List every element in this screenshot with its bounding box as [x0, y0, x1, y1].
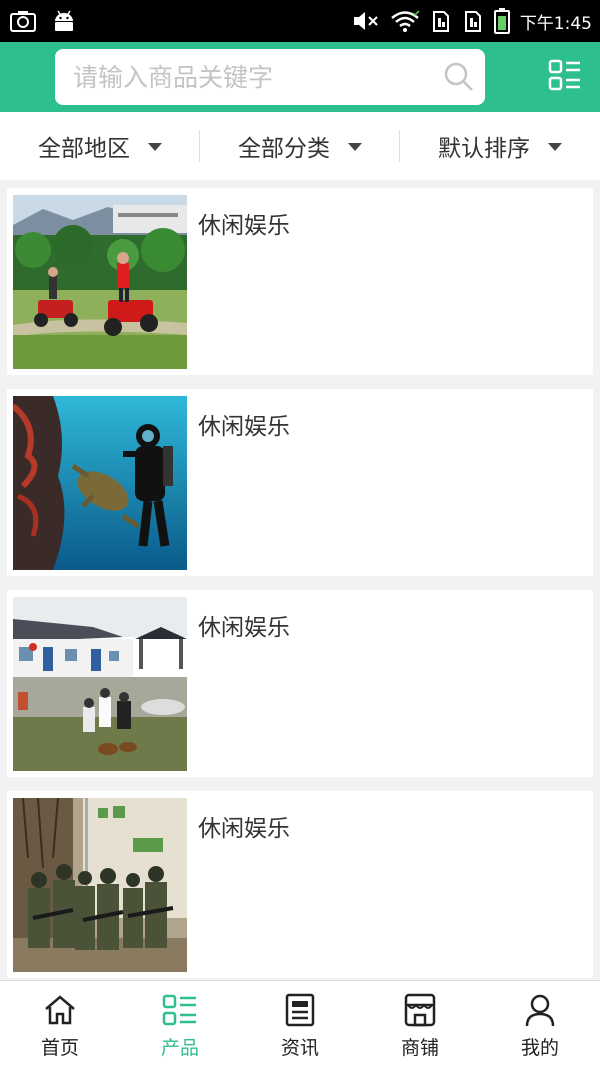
nav-mine-label: 我的: [520, 1037, 559, 1059]
filter-category-label: 全部分类: [238, 136, 330, 162]
screenshot-icon: [10, 10, 36, 32]
product-title[interactable]: 休闲娱乐: [198, 407, 290, 441]
nav-mine[interactable]: 我的: [480, 981, 600, 1067]
product-image-courtyard[interactable]: [13, 597, 187, 771]
dropdown-caret-icon: [548, 143, 562, 151]
battery-icon: [493, 8, 510, 34]
nav-shop[interactable]: 商铺: [360, 981, 480, 1067]
filter-sort[interactable]: 默认排序: [400, 112, 600, 180]
product-title[interactable]: 休闲娱乐: [198, 206, 290, 240]
shop-icon: [403, 993, 437, 1027]
filter-bar: 全部地区 全部分类 默认排序: [0, 112, 600, 180]
product-image-atv[interactable]: [13, 195, 187, 369]
sim2-signal-icon: [462, 9, 484, 33]
nav-home[interactable]: 首页: [0, 981, 120, 1067]
product-grid-icon: [162, 993, 198, 1027]
product-card[interactable]: 休闲娱乐: [7, 791, 593, 978]
product-title[interactable]: 休闲娱乐: [198, 608, 290, 642]
nav-products[interactable]: 产品: [120, 981, 240, 1067]
category-menu-icon[interactable]: [548, 58, 582, 96]
nav-shop-label: 商铺: [400, 1037, 439, 1059]
product-image-paintball[interactable]: [13, 798, 187, 972]
sim1-signal-icon: [430, 9, 452, 33]
product-title[interactable]: 休闲娱乐: [198, 809, 290, 843]
filter-region[interactable]: 全部地区: [0, 112, 200, 180]
nav-news[interactable]: 资讯: [240, 981, 360, 1067]
filter-sort-label: 默认排序: [438, 136, 530, 162]
dropdown-caret-icon: [348, 143, 362, 151]
clock: 下午1:45: [519, 13, 592, 34]
search-header: [0, 42, 600, 112]
search-box[interactable]: [55, 49, 485, 105]
dropdown-caret-icon: [148, 143, 162, 151]
android-icon: [52, 9, 76, 33]
filter-region-label: 全部地区: [38, 136, 130, 162]
product-card[interactable]: 休闲娱乐: [7, 188, 593, 375]
wifi-icon: [390, 10, 420, 32]
search-icon[interactable]: [433, 61, 485, 93]
product-list: 休闲娱乐 休闲娱乐 休闲娱乐 休闲娱乐: [7, 188, 593, 992]
filter-category[interactable]: 全部分类: [200, 112, 400, 180]
nav-news-label: 资讯: [280, 1037, 319, 1059]
bottom-nav: 首页 产品 资讯 商铺 我的: [0, 980, 600, 1067]
home-icon: [43, 993, 77, 1027]
product-card[interactable]: 休闲娱乐: [7, 389, 593, 576]
nav-products-label: 产品: [160, 1037, 199, 1059]
status-bar: 下午1:45: [0, 0, 600, 42]
user-icon: [524, 993, 556, 1027]
product-image-diver[interactable]: [13, 396, 187, 570]
search-input[interactable]: [55, 49, 433, 105]
nav-home-label: 首页: [40, 1037, 79, 1059]
news-icon: [285, 993, 315, 1027]
product-card[interactable]: 休闲娱乐: [7, 590, 593, 777]
mute-icon: [352, 10, 380, 32]
